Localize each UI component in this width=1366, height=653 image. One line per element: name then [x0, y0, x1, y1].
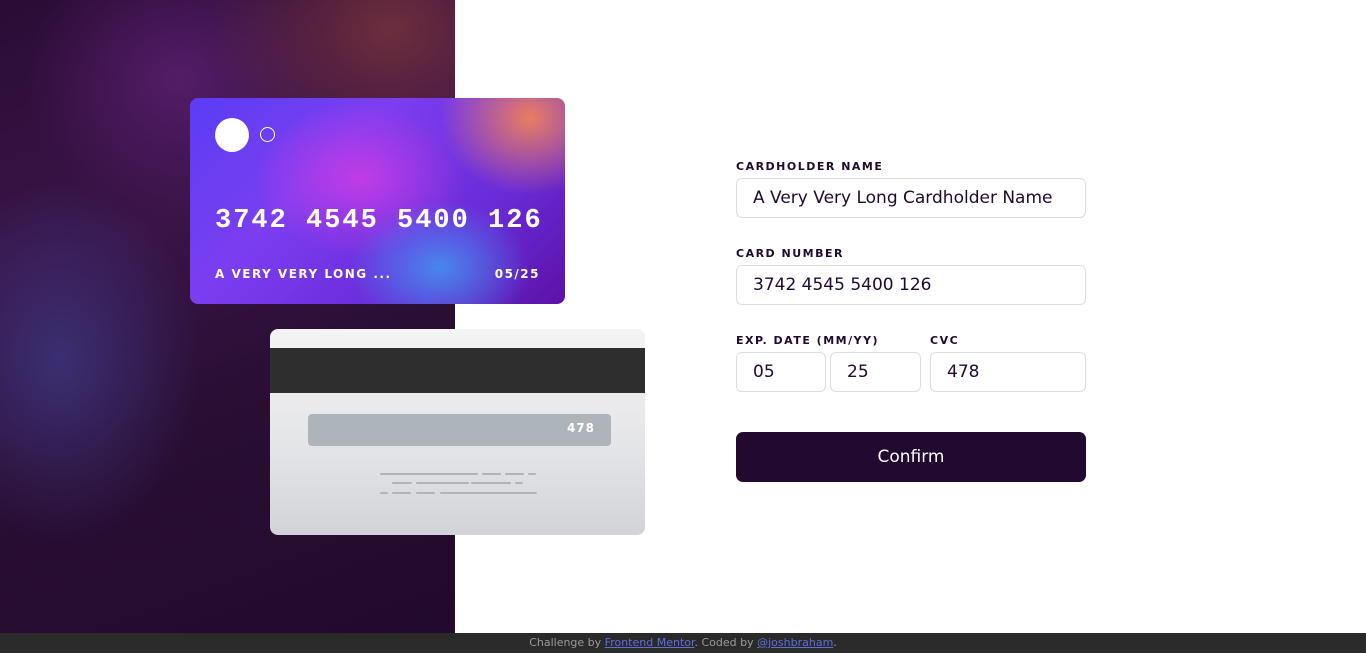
- cvc-input[interactable]: [930, 352, 1086, 392]
- magnetic-stripe: [270, 348, 645, 393]
- exp-year-input[interactable]: [830, 352, 921, 392]
- card-expiry-display: 05/25: [494, 267, 540, 281]
- card-front: 3742 4545 5400 126 A VERY VERY LONG ... …: [190, 98, 565, 304]
- footer-middle: . Coded by: [694, 636, 758, 649]
- card-number-label: CARD NUMBER: [736, 247, 844, 260]
- card-logo-circle-large: [215, 118, 249, 152]
- footer-prefix: Challenge by: [529, 636, 605, 649]
- frontend-mentor-link[interactable]: Frontend Mentor: [605, 636, 695, 649]
- background-panel: [0, 0, 455, 633]
- confirm-button[interactable]: Confirm: [736, 432, 1086, 482]
- card-logo-circle-small: [260, 127, 275, 142]
- attribution-footer: Challenge by Frontend Mentor. Coded by @…: [0, 633, 1366, 653]
- card-number-display: 3742 4545 5400 126: [215, 206, 543, 236]
- cardholder-name-input[interactable]: [736, 178, 1086, 218]
- footer-suffix: .: [833, 636, 837, 649]
- cardholder-name-label: CARDHOLDER NAME: [736, 160, 884, 173]
- card-number-input[interactable]: [736, 265, 1086, 305]
- signature-strip: 478: [308, 414, 611, 446]
- cvc-label: CVC: [930, 334, 960, 347]
- card-back: 478: [270, 329, 645, 535]
- exp-month-input[interactable]: [736, 352, 826, 392]
- exp-date-label: EXP. DATE (MM/YY): [736, 334, 880, 347]
- cardholder-name-display: A VERY VERY LONG ...: [215, 267, 392, 281]
- author-link[interactable]: @joshbraham: [757, 636, 833, 649]
- card-cvc-display: 478: [566, 421, 595, 435]
